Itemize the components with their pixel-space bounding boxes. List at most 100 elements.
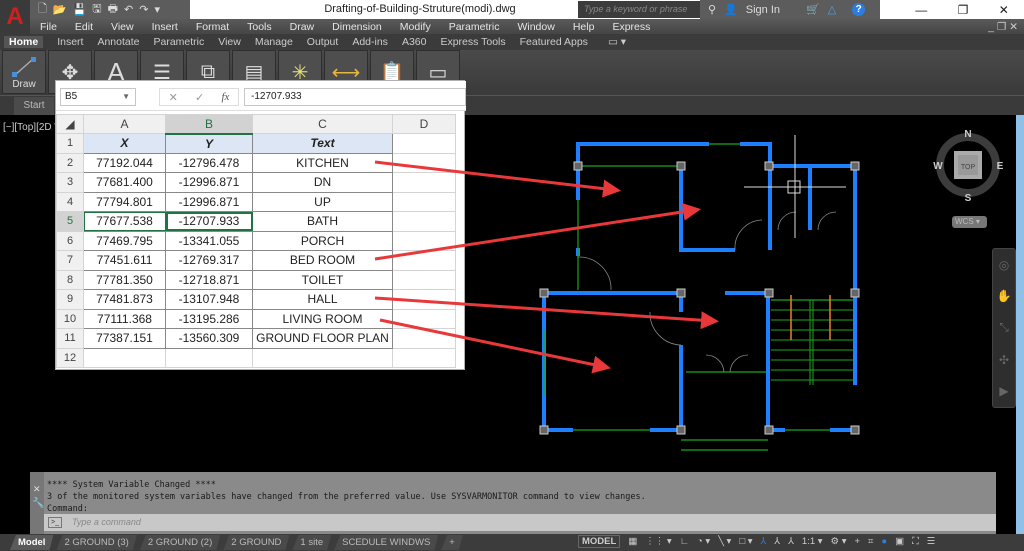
menu-view[interactable]: View — [111, 21, 134, 33]
function-icon[interactable]: fx — [221, 91, 229, 103]
layout-tab[interactable]: 2 GROUND (2) — [140, 535, 220, 550]
menu-express[interactable]: Express — [612, 21, 650, 33]
draw-button[interactable]: Draw — [2, 50, 46, 94]
command-prompt-icon[interactable]: >_ — [48, 517, 62, 528]
tab-output[interactable]: Output — [307, 36, 339, 48]
select-all-corner[interactable]: ◢ — [56, 114, 84, 134]
grid-icon[interactable]: ▦ — [628, 536, 637, 547]
row-header[interactable]: 10 — [56, 308, 84, 329]
menu-tools[interactable]: Tools — [247, 21, 272, 33]
zoom-extents-icon[interactable]: ⤡ — [999, 320, 1009, 335]
customization-menu-icon[interactable]: ☰ — [927, 536, 936, 547]
compass-w[interactable]: W — [933, 161, 943, 172]
cell-x[interactable]: 77781.350 — [83, 269, 166, 290]
cell-text[interactable]: TOILET — [252, 269, 393, 290]
row-header[interactable]: 6 — [56, 230, 84, 251]
command-window-grip[interactable]: ✕ 🔧 — [30, 472, 44, 534]
cell-text[interactable]: HALL — [252, 289, 393, 310]
isolate-objects-icon[interactable]: ● — [881, 536, 887, 547]
cell[interactable] — [392, 211, 456, 232]
layout-tab[interactable]: SCEDULE WINDWS — [334, 535, 438, 550]
cell-y[interactable]: -13341.055 — [165, 230, 253, 251]
compass-n[interactable]: N — [964, 129, 971, 140]
menu-edit[interactable]: Edit — [75, 21, 93, 33]
cart-icon[interactable]: 🛒 — [806, 3, 820, 16]
viewcube-top-face[interactable]: TOP — [961, 164, 976, 171]
tab-add-ins[interactable]: Add-ins — [352, 36, 388, 48]
sign-in-button[interactable]: Sign In — [746, 4, 780, 16]
save-icon[interactable]: 💾 — [73, 3, 87, 16]
menu-parametric[interactable]: Parametric — [449, 21, 500, 33]
customize-icon[interactable]: ▾ — [154, 3, 160, 16]
row-header[interactable]: 8 — [56, 269, 84, 290]
cancel-icon[interactable]: ✕ — [169, 91, 178, 104]
cell-y[interactable]: -12996.871 — [165, 191, 253, 212]
annotation-visibility-icon[interactable]: ⅄ — [760, 536, 766, 547]
tab-manage[interactable]: Manage — [255, 36, 293, 48]
layout-tab-model[interactable]: Model — [10, 535, 53, 550]
row-header[interactable]: 12 — [56, 347, 84, 368]
floor-plan-drawing[interactable] — [520, 130, 900, 470]
menu-format[interactable]: Format — [196, 21, 229, 33]
cell-text[interactable]: BATH — [252, 211, 393, 232]
cell-header-y[interactable]: Y — [165, 133, 253, 154]
annotation-scale-icon[interactable]: ⅄ — [788, 536, 794, 547]
cell-text[interactable]: KITCHEN — [252, 152, 393, 173]
pan-icon[interactable]: ✋ — [997, 289, 1012, 303]
units-icon[interactable]: ⌗ — [868, 536, 873, 547]
cell-x[interactable]: 77469.795 — [83, 230, 166, 251]
cell[interactable] — [392, 152, 456, 173]
plus-icon[interactable]: + — [854, 536, 860, 547]
column-header-a[interactable]: A — [83, 114, 166, 134]
saveas-icon[interactable]: 🖫 — [92, 0, 101, 19]
column-header-c[interactable]: C — [252, 114, 393, 134]
cell[interactable] — [392, 269, 456, 290]
cell-header-x[interactable]: X — [83, 133, 166, 154]
cell-text[interactable]: PORCH — [252, 230, 393, 251]
menu-window[interactable]: Window — [517, 21, 554, 33]
wrench-icon[interactable]: 🔧 — [32, 498, 44, 509]
cell[interactable] — [392, 250, 456, 271]
row-header[interactable]: 5 — [56, 211, 84, 232]
tab-a360[interactable]: A360 — [402, 36, 427, 48]
tab-start[interactable]: Start — [14, 97, 54, 115]
formula-input[interactable]: -12707.933 — [244, 88, 466, 106]
wcs-menu[interactable]: WCS ▾ — [952, 216, 987, 228]
snap-icon[interactable]: ⋮⋮ ▾ — [645, 536, 671, 547]
scale-dropdown[interactable]: 1:1 ▾ — [802, 536, 823, 547]
menu-file[interactable]: File — [40, 21, 57, 33]
cell[interactable] — [392, 308, 456, 329]
tab-express-tools[interactable]: Express Tools — [440, 36, 505, 48]
cell[interactable] — [392, 328, 456, 349]
layout-tab[interactable]: 1 site — [292, 535, 331, 550]
menu-draw[interactable]: Draw — [290, 21, 315, 33]
row-header[interactable]: 1 — [56, 133, 84, 154]
search-input[interactable]: Type a keyword or phrase — [578, 1, 700, 18]
cell-text[interactable]: GROUND FLOOR PLAN — [252, 328, 393, 349]
cell-x[interactable]: 77451.611 — [83, 250, 166, 271]
cell-y[interactable]: -12996.871 — [165, 172, 253, 193]
hardware-accel-icon[interactable]: ▣ — [895, 536, 904, 547]
cell-x[interactable]: 77677.538 — [83, 211, 166, 232]
close-icon[interactable]: ✕ — [33, 484, 41, 495]
steering-wheel-icon[interactable]: ◎ — [999, 258, 1009, 272]
tab-view[interactable]: View — [218, 36, 241, 48]
isodraft-icon[interactable]: ╲ ▾ — [718, 536, 731, 547]
menu-help[interactable]: Help — [573, 21, 595, 33]
cell-x[interactable]: 77681.400 — [83, 172, 166, 193]
cell-x[interactable]: 77481.873 — [83, 289, 166, 310]
enter-icon[interactable]: ✓ — [195, 91, 204, 104]
application-menu-button[interactable]: A — [0, 0, 30, 34]
cell[interactable] — [165, 347, 253, 368]
cell-x[interactable]: 77387.151 — [83, 328, 166, 349]
cell-x[interactable]: 77192.044 — [83, 152, 166, 173]
cell[interactable] — [392, 289, 456, 310]
row-header[interactable]: 2 — [56, 152, 84, 173]
cell-header-text[interactable]: Text — [252, 133, 393, 154]
menu-dimension[interactable]: Dimension — [332, 21, 382, 33]
menu-insert[interactable]: Insert — [152, 21, 178, 33]
a360-icon[interactable]: △ — [828, 3, 836, 16]
column-header-b[interactable]: B — [165, 114, 253, 135]
tab-home[interactable]: Home — [4, 36, 44, 48]
tab-insert[interactable]: Insert — [57, 36, 83, 48]
